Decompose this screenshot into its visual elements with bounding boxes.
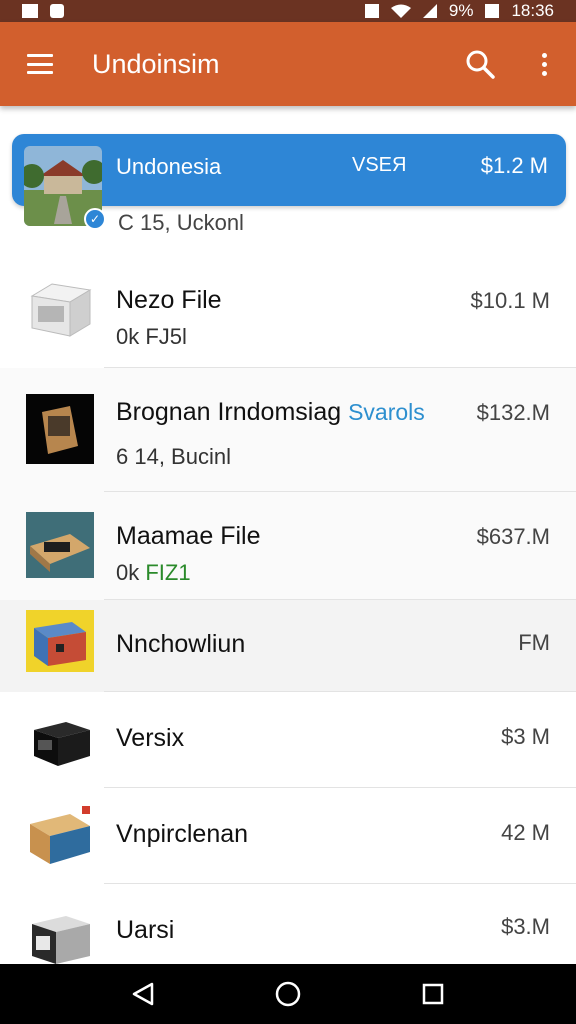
list-item[interactable]: Brognan Irndomsiag Svarols 6 14, Bucinl … bbox=[0, 368, 576, 492]
signal-icon bbox=[422, 4, 437, 18]
status-left-icons bbox=[22, 4, 64, 18]
item-subtitle: 0k FIZ1 bbox=[116, 560, 191, 586]
system-navigation-bar bbox=[0, 964, 576, 1024]
battery-icon bbox=[485, 4, 500, 18]
status-bar: 9% 18:36 bbox=[0, 0, 576, 22]
item-title: Versix bbox=[116, 724, 185, 752]
list-item-selected[interactable]: ✓ Undonesia VSEЯ $1.2 M C 15, Uckonl bbox=[0, 106, 576, 246]
hamburger-icon bbox=[27, 54, 53, 74]
item-subtitle-prefix: 0k bbox=[116, 560, 146, 585]
item-price: FM bbox=[518, 630, 550, 655]
list-item[interactable]: Nezo File 0k FJ5l $10.1 M bbox=[0, 246, 576, 368]
item-title: Uarsi bbox=[116, 916, 175, 944]
item-title: Maamae File bbox=[116, 522, 261, 550]
list-item[interactable]: Maamae File 0k FIZ1 $637.M bbox=[0, 492, 576, 600]
list-item[interactable]: Vnpirclenan 42 M bbox=[0, 788, 576, 884]
item-title: Undonesia bbox=[116, 154, 222, 179]
menu-button[interactable] bbox=[0, 22, 80, 106]
list-item[interactable]: Nnchowliun FM bbox=[0, 600, 576, 692]
status-right-icons: 9% 18:36 bbox=[364, 1, 554, 21]
search-button[interactable] bbox=[448, 22, 512, 106]
item-subtitle-code: FIZ1 bbox=[145, 560, 191, 585]
item-price: $3 M bbox=[501, 724, 550, 749]
battery-percent: 9% bbox=[448, 1, 474, 20]
item-price: $637.M bbox=[476, 524, 550, 549]
item-subtitle: 6 14, Bucinl bbox=[116, 444, 231, 469]
notification-icon bbox=[22, 4, 38, 18]
item-tag: Svarols bbox=[348, 399, 425, 425]
item-subtitle: 0k FJ5l bbox=[116, 324, 187, 349]
item-title: Vnpirclenan bbox=[116, 820, 249, 848]
item-thumbnail-radio bbox=[26, 394, 94, 464]
item-list: ✓ Undonesia VSEЯ $1.2 M C 15, Uckonl Nez… bbox=[0, 106, 576, 964]
list-item[interactable]: Uarsi $3.M bbox=[0, 884, 576, 964]
item-price: $132.M bbox=[476, 400, 550, 425]
item-thumbnail-box-colored bbox=[26, 610, 94, 676]
item-title: Nezo File bbox=[116, 286, 222, 314]
recents-button[interactable] bbox=[413, 974, 453, 1014]
item-price: $10.1 M bbox=[470, 288, 551, 313]
back-button[interactable] bbox=[123, 974, 163, 1014]
back-icon bbox=[132, 982, 153, 1006]
item-thumbnail-box bbox=[26, 276, 94, 342]
app-notification-icon bbox=[50, 4, 64, 18]
app-title: Undoinsim bbox=[92, 48, 220, 79]
item-thumbnail-black-box bbox=[26, 708, 94, 774]
list-item[interactable]: Versix $3 M bbox=[0, 692, 576, 788]
item-title: Nnchowliun bbox=[116, 630, 246, 658]
verified-badge-icon: ✓ bbox=[84, 208, 106, 230]
item-price: $1.2 M bbox=[480, 153, 548, 178]
overflow-menu-button[interactable] bbox=[512, 22, 576, 106]
vibrate-icon bbox=[364, 4, 379, 18]
clock: 18:36 bbox=[511, 1, 554, 20]
home-button[interactable] bbox=[268, 974, 308, 1014]
item-price: 42 M bbox=[501, 820, 550, 845]
item-thumbnail-device bbox=[26, 512, 94, 578]
more-vert-icon bbox=[541, 52, 547, 76]
home-icon bbox=[275, 981, 301, 1007]
app-bar: Undoinsim bbox=[0, 22, 576, 106]
item-title-text: Brognan Irndomsiag bbox=[116, 398, 342, 426]
item-tag: VSEЯ bbox=[352, 154, 407, 176]
wifi-icon bbox=[390, 4, 411, 18]
search-icon bbox=[466, 50, 495, 79]
item-price: $3.M bbox=[501, 914, 550, 939]
item-thumbnail-package bbox=[26, 802, 94, 870]
item-subtitle: C 15, Uckonl bbox=[118, 210, 244, 235]
recents-icon bbox=[423, 983, 444, 1005]
item-title: Brognan Irndomsiag Svarols bbox=[116, 398, 425, 427]
item-thumbnail-appliance bbox=[26, 906, 94, 964]
